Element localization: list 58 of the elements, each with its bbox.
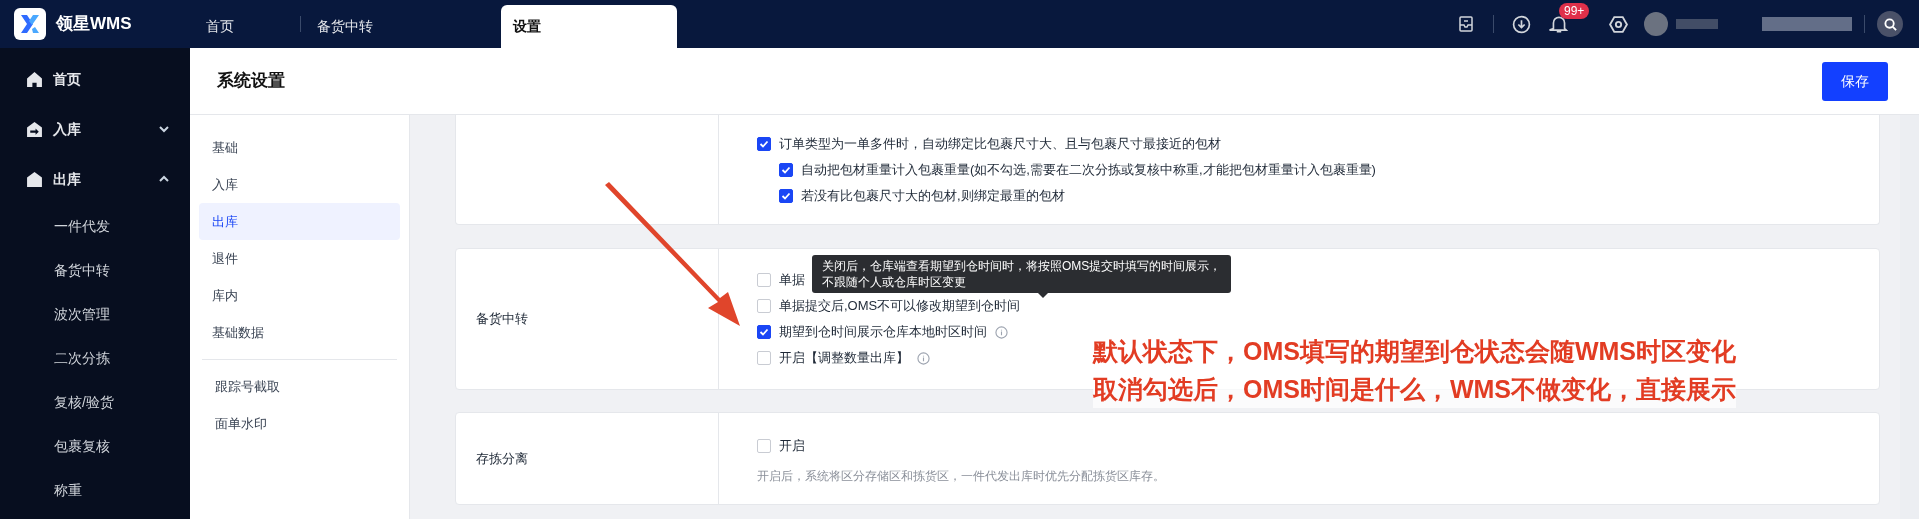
sidebar-subitem[interactable]: 复核/验货 [0,380,190,424]
checkbox[interactable] [757,325,771,339]
bell-icon[interactable] [1549,14,1569,34]
option-label: 开启【调整数量出库】 [779,349,909,368]
settings-nav-item[interactable]: 入库 [199,166,400,203]
option-label: 期望到仓时间展示仓库本地时区时间 [779,323,987,342]
notification-badge: 99+ [1559,3,1590,19]
option-label: 订单类型为一单多件时，自动绑定比包裹尺寸大、且与包裹尺寸最接近的包材 [779,134,1221,153]
settings-nav-item[interactable]: 退件 [199,240,400,277]
sidebar-subitem[interactable]: 二次分拣 [0,336,190,380]
download-icon[interactable] [1512,14,1531,34]
settings-nav-item[interactable]: 面单水印 [202,405,397,442]
checkmark-icon [781,164,791,175]
house-arrow-icon [26,120,43,138]
settings-icon[interactable] [1609,14,1628,34]
checkmark-icon [781,190,791,201]
option-label: 若没有比包裹尺寸大的包材,则绑定最重的包材 [801,186,1065,205]
sidebar-subitem[interactable]: 一件代发 [0,204,190,248]
settings-nav-item[interactable]: 出库 [199,203,400,240]
sidebar-subitem[interactable]: 称重 [0,468,190,512]
card-label: 存拣分离 [476,449,528,468]
sidebar-subitem[interactable]: 包裹复核 [0,424,190,468]
tooltip-text: 关闭后，仓库端查看期望到仓时间时，将按照OMS提交时填写的时间展示， [822,258,1222,274]
inbox-icon[interactable] [1457,15,1475,33]
page-title: 系统设置 [217,70,285,93]
tab[interactable]: 备货中转 [301,5,411,48]
settings-nav-item[interactable]: 库内 [199,277,400,314]
save-button[interactable]: 保存 [1822,61,1888,101]
house-arrow-icon [26,170,43,188]
checkmark-icon [759,327,769,337]
card-label: 备货中转 [476,310,528,329]
tab[interactable]: 设置 [501,5,677,48]
blurred-user-info [1676,19,1718,29]
option-label: 单据提交后,OMS不可以修改期望到仓时间 [779,297,1021,316]
settings-nav-item[interactable]: 基础数据 [199,314,400,351]
search-icon [1883,17,1897,31]
checkmark-icon [759,138,769,149]
checkbox[interactable] [757,136,771,151]
settings-nav-item[interactable]: 跟踪号截取 [202,368,397,405]
logo-text: 领星WMS [56,13,132,36]
option-label: 开启 [779,436,805,455]
checkbox[interactable] [779,188,793,203]
settings-nav-item[interactable]: 基础 [199,129,400,166]
home-icon [26,70,43,88]
sidebar-subitem[interactable]: 备货中转 [0,248,190,292]
checkbox[interactable] [779,162,793,177]
sidebar-subitem[interactable]: 波次管理 [0,292,190,336]
tooltip-text: 不跟随个人或仓库时区变更 [822,274,967,290]
search-button[interactable] [1877,11,1903,37]
logo-icon [14,8,46,40]
option-label: 单据 [779,271,805,290]
tab[interactable]: 首页 [190,5,300,48]
sidebar-item[interactable]: 首页 [0,54,190,104]
sidebar-item[interactable]: 出库 [0,154,190,204]
hint-text: 开启后，系统将区分存储区和拣货区，一件代发出库时优先分配拣货区库存。 [757,467,1165,485]
avatar[interactable] [1644,12,1668,36]
sidebar-item[interactable]: 入库 [0,104,190,154]
option-label: 自动把包材重量计入包裹重量(如不勾选,需要在二次分拣或复核中称重,才能把包材重量计入包裹重量) [801,160,1376,179]
